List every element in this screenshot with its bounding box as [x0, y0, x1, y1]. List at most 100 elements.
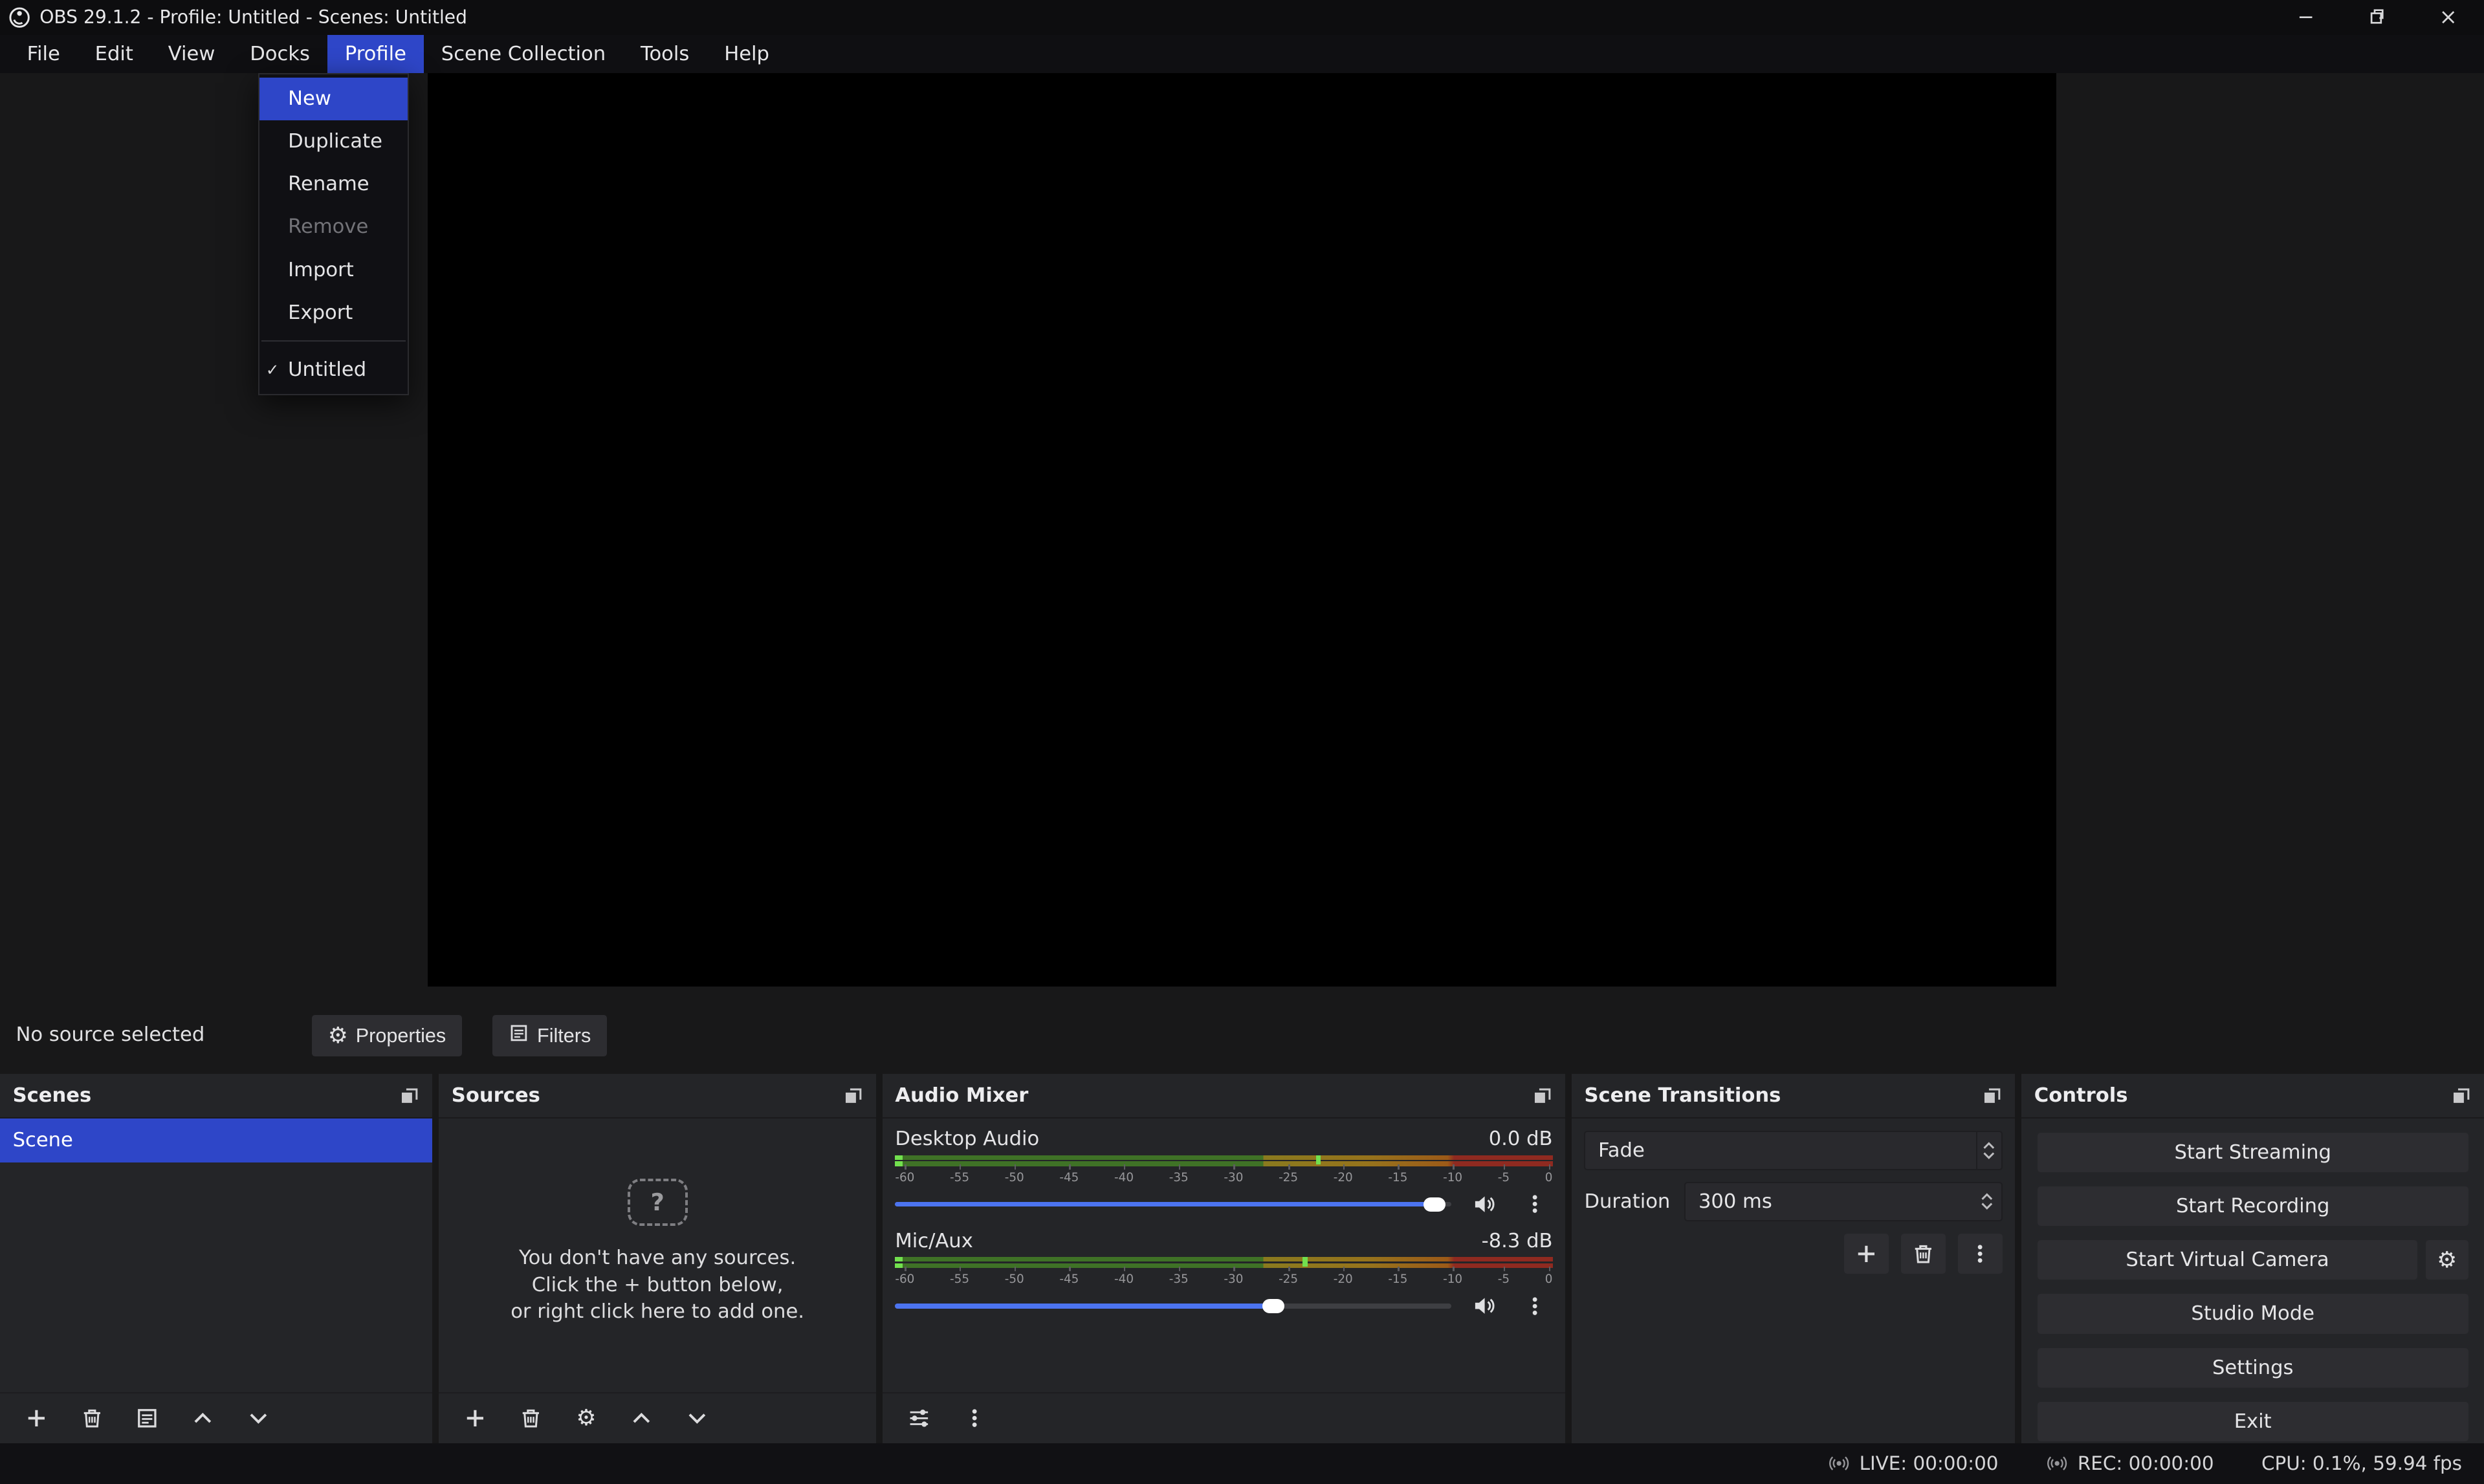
- no-source-label: No source selected: [16, 1023, 204, 1046]
- popout-icon[interactable]: [1532, 1085, 1553, 1106]
- restore-button[interactable]: [2342, 0, 2413, 35]
- channel-options-button[interactable]: [1518, 1289, 1553, 1324]
- meter-tick-label: 0: [1545, 1271, 1553, 1289]
- profile-menu-import[interactable]: Import: [259, 248, 408, 291]
- duration-spinbox[interactable]: 300 ms: [1684, 1182, 2003, 1221]
- dock-area: Scenes Scene: [0, 1074, 2484, 1443]
- source-properties-button[interactable]: ⚙: [569, 1401, 604, 1435]
- channel-name: Mic/Aux: [895, 1230, 973, 1252]
- transitions-body: Fade Duration 300 ms: [1572, 1118, 2016, 1443]
- advanced-audio-properties-button[interactable]: [901, 1401, 936, 1435]
- remove-scene-button[interactable]: [74, 1401, 109, 1435]
- preview-canvas[interactable]: [428, 73, 2056, 987]
- menu-file[interactable]: File: [10, 35, 78, 73]
- meter-tick-label: -15: [1388, 1170, 1407, 1187]
- meter-tick-label: -10: [1443, 1271, 1462, 1289]
- popout-icon[interactable]: [2451, 1085, 2472, 1106]
- settings-button[interactable]: Settings: [2038, 1348, 2468, 1388]
- volume-slider-fill: [895, 1304, 1273, 1308]
- meter-tick-label: -30: [1224, 1170, 1243, 1187]
- virtual-camera-settings-button[interactable]: ⚙: [2426, 1240, 2468, 1280]
- volume-slider-handle[interactable]: [1262, 1299, 1284, 1313]
- menu-tools[interactable]: Tools: [623, 35, 707, 73]
- close-button[interactable]: [2413, 0, 2484, 35]
- broadcast-icon: [1828, 1452, 1850, 1474]
- scenes-dock: Scenes Scene: [0, 1074, 432, 1443]
- start-virtual-camera-button[interactable]: Start Virtual Camera: [2038, 1240, 2418, 1280]
- transition-select[interactable]: Fade: [1584, 1131, 2002, 1170]
- window-controls: [2270, 0, 2484, 35]
- mixer-options-button[interactable]: [957, 1401, 992, 1435]
- move-scene-up-button[interactable]: [185, 1401, 220, 1435]
- popout-icon[interactable]: [1982, 1085, 2003, 1106]
- cpu-status: CPU: 0.1%, 59.94 fps: [2261, 1452, 2462, 1474]
- meter-tick-label: -25: [1279, 1271, 1298, 1289]
- menu-docks[interactable]: Docks: [232, 35, 327, 73]
- move-source-up-button[interactable]: [624, 1401, 659, 1435]
- exit-button[interactable]: Exit: [2038, 1402, 2468, 1441]
- mute-button[interactable]: [1467, 1187, 1502, 1222]
- sources-dock-header: Sources: [439, 1074, 876, 1118]
- mixer-channels: Desktop Audio 0.0 dB -60-55-50-45-40-35-…: [883, 1118, 1565, 1393]
- question-mark-icon: ?: [628, 1179, 688, 1226]
- add-transition-button[interactable]: [1844, 1234, 1889, 1273]
- move-source-down-button[interactable]: [679, 1401, 714, 1435]
- menu-profile[interactable]: Profile: [327, 35, 424, 73]
- volume-slider[interactable]: [895, 1202, 1451, 1206]
- profile-menu-duplicate[interactable]: Duplicate: [259, 120, 408, 163]
- remove-source-button[interactable]: [513, 1401, 548, 1435]
- properties-button[interactable]: ⚙ Properties: [312, 1015, 461, 1056]
- meter-tick-label: -45: [1059, 1170, 1079, 1187]
- profile-menu-new[interactable]: New: [259, 78, 408, 120]
- volume-slider[interactable]: [895, 1304, 1451, 1308]
- popout-icon[interactable]: [399, 1085, 420, 1106]
- sources-dock: Sources ? You don't have any sources. Cl…: [439, 1074, 876, 1443]
- menu-help[interactable]: Help: [707, 35, 787, 73]
- menubar: File Edit View Docks Profile Scene Colle…: [0, 35, 2484, 73]
- menu-scene-collection[interactable]: Scene Collection: [424, 35, 623, 73]
- audio-mixer-dock-header: Audio Mixer: [883, 1074, 1565, 1118]
- duration-label: Duration: [1584, 1190, 1670, 1213]
- volume-slider-handle[interactable]: [1423, 1197, 1445, 1212]
- meter-tick-label: -60: [895, 1271, 914, 1289]
- scene-list-item[interactable]: Scene: [0, 1118, 432, 1163]
- meter-tick-label: -30: [1224, 1271, 1243, 1289]
- channel-options-button[interactable]: [1518, 1187, 1553, 1222]
- start-streaming-button[interactable]: Start Streaming: [2038, 1133, 2468, 1172]
- profile-menu-export[interactable]: Export: [259, 291, 408, 334]
- mute-button[interactable]: [1467, 1289, 1502, 1324]
- add-scene-button[interactable]: [19, 1401, 54, 1435]
- channel-name: Desktop Audio: [895, 1128, 1039, 1150]
- scenes-dock-header: Scenes: [0, 1074, 432, 1118]
- meter-tick-label: 0: [1545, 1170, 1553, 1187]
- transition-options-button[interactable]: [1958, 1234, 2003, 1273]
- channel-level-db: -8.3 dB: [1482, 1230, 1553, 1252]
- combo-arrows-icon: [1976, 1132, 2001, 1169]
- sources-list[interactable]: ? You don't have any sources. Click the …: [439, 1118, 876, 1393]
- start-recording-button[interactable]: Start Recording: [2038, 1186, 2468, 1226]
- obs-logo-icon: [8, 6, 32, 30]
- add-source-button[interactable]: [458, 1401, 493, 1435]
- profile-menu-rename[interactable]: Rename: [259, 163, 408, 206]
- meter-tick-label: -5: [1498, 1170, 1510, 1187]
- profile-menu-untitled[interactable]: ✓ Untitled: [259, 348, 408, 391]
- spinbox-arrows-icon: [1976, 1183, 1998, 1220]
- scene-filters-button[interactable]: [130, 1401, 165, 1435]
- meter-tick-label: -25: [1279, 1170, 1298, 1187]
- studio-mode-button[interactable]: Studio Mode: [2038, 1294, 2468, 1333]
- mixer-toolbar: [883, 1392, 1565, 1443]
- menu-view[interactable]: View: [151, 35, 232, 73]
- popout-icon[interactable]: [843, 1085, 864, 1106]
- gear-icon: ⚙: [577, 1407, 597, 1429]
- move-scene-down-button[interactable]: [241, 1401, 276, 1435]
- gear-icon: ⚙: [328, 1025, 348, 1047]
- filters-button[interactable]: Filters: [492, 1015, 606, 1056]
- transitions-dock-header: Scene Transitions: [1572, 1074, 2016, 1118]
- record-icon: [2046, 1452, 2068, 1474]
- remove-transition-button[interactable]: [1901, 1234, 1946, 1273]
- menu-separator: [261, 340, 406, 342]
- scene-transitions-dock: Scene Transitions Fade Duration 300 ms: [1572, 1074, 2016, 1443]
- minimize-button[interactable]: [2270, 0, 2342, 35]
- menu-edit[interactable]: Edit: [78, 35, 151, 73]
- meter-tick-label: -35: [1169, 1271, 1189, 1289]
